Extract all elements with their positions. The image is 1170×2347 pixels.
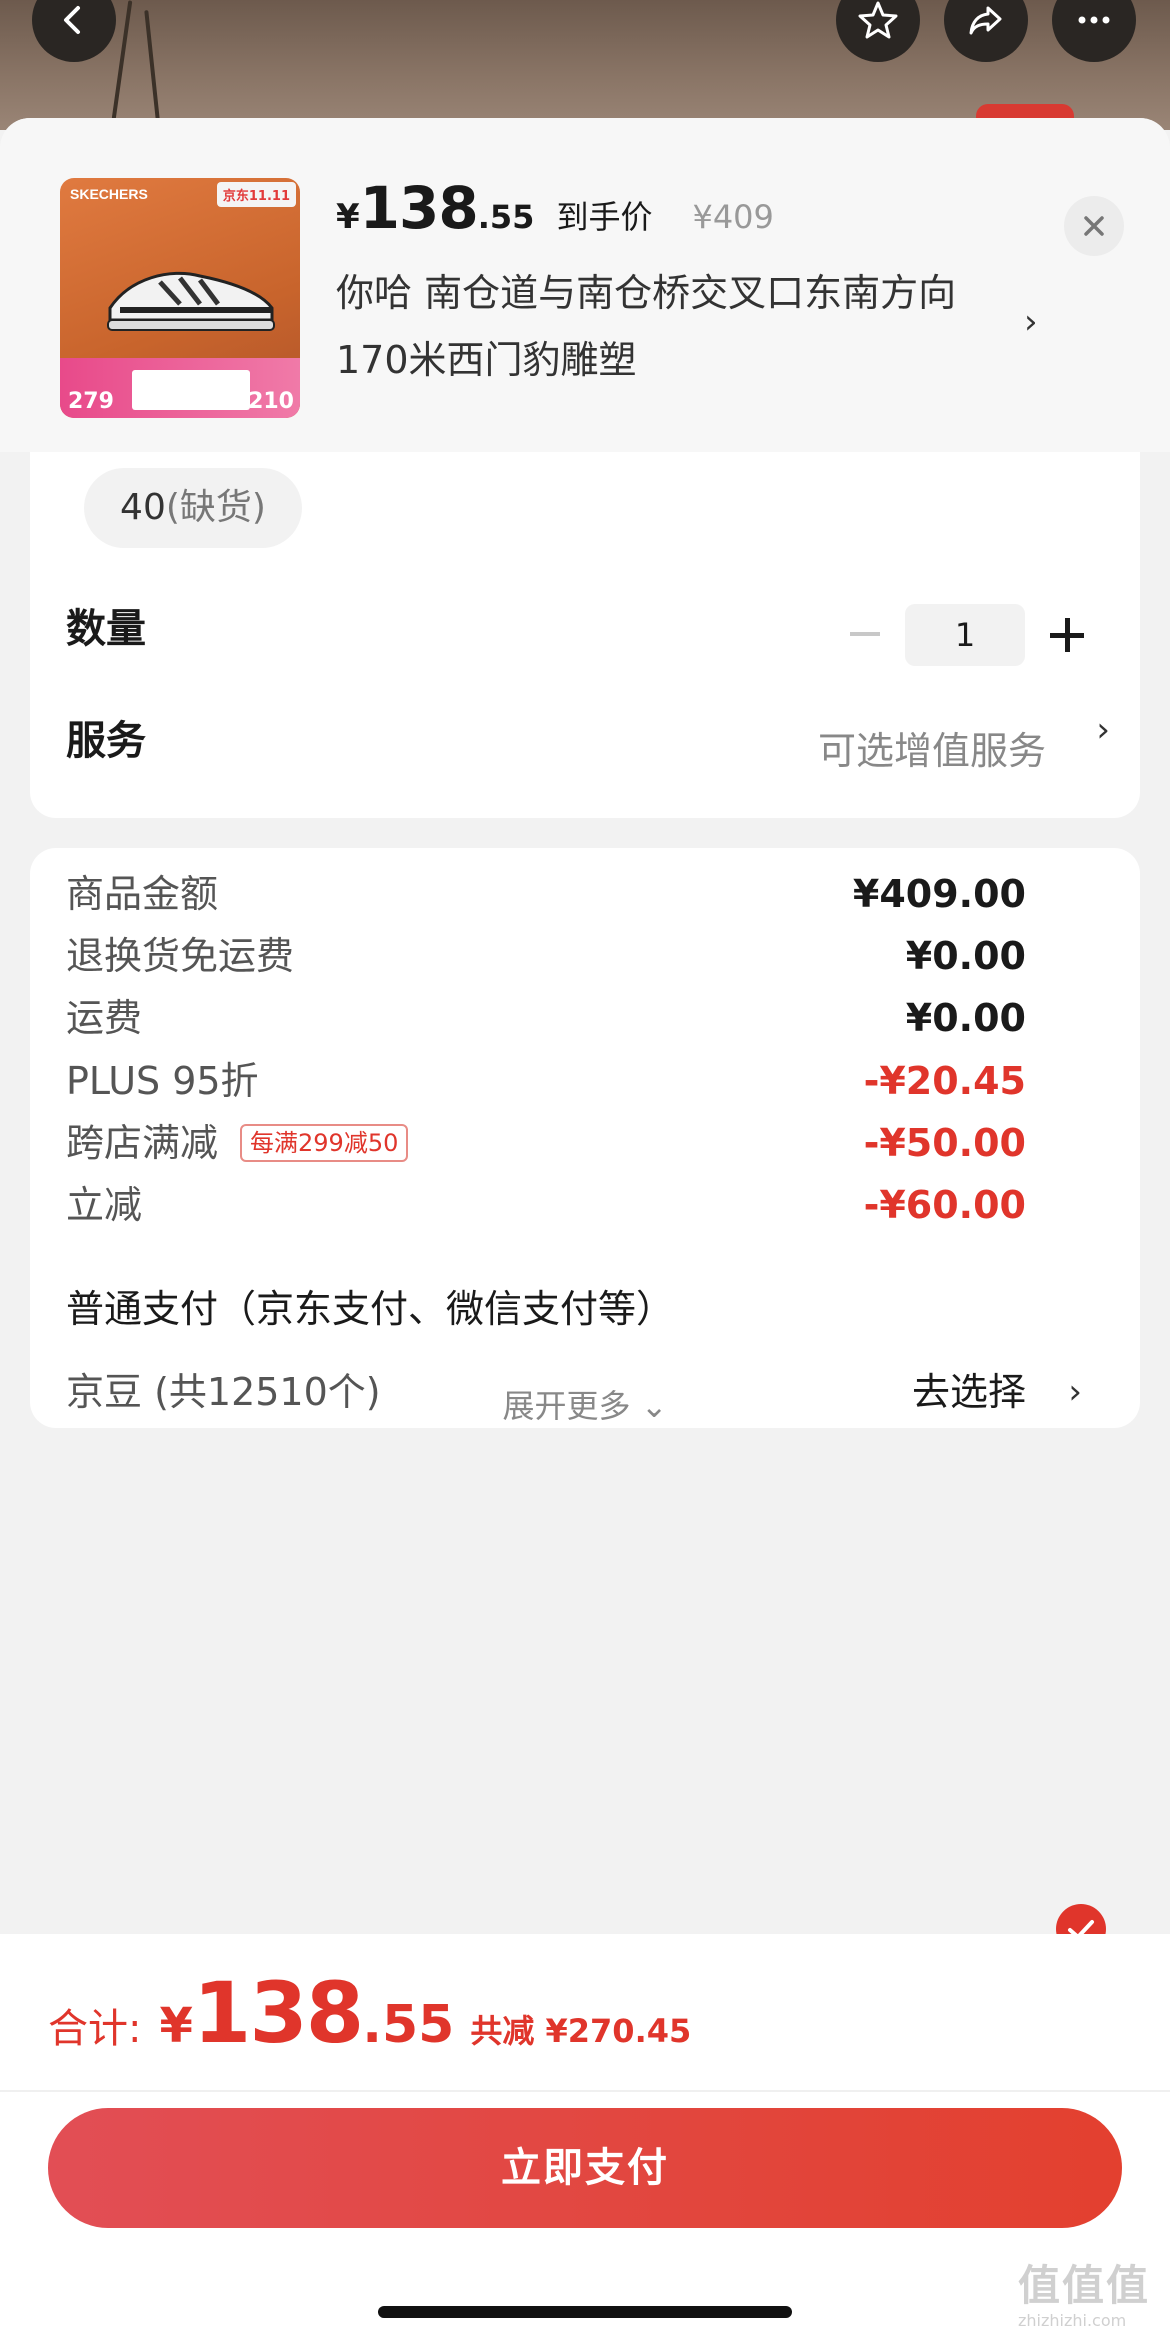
cost-row-label-text: 跨店满减 xyxy=(66,1120,219,1165)
share-icon xyxy=(969,6,1002,35)
cost-row: 商品金额 ¥409.00 xyxy=(66,864,1106,924)
cost-row: 运费 ¥0.00 xyxy=(66,988,1106,1048)
more-dots-icon xyxy=(1078,16,1110,24)
cost-row-value: -¥60.00 xyxy=(863,1183,1026,1227)
total-label: 合计: xyxy=(48,2006,142,2052)
expand-more-button[interactable]: 展开更多 ⌄ xyxy=(30,1381,1140,1427)
divider xyxy=(0,2090,1170,2092)
close-icon xyxy=(1084,216,1104,236)
quantity-input[interactable]: 1 xyxy=(905,604,1025,666)
thumb-brand: SKECHERS xyxy=(70,186,148,202)
expand-more-label: 展开更多 xyxy=(502,1387,631,1425)
quantity-decrease-button[interactable] xyxy=(850,632,880,636)
options-card: 40(缺货) 数量 1 服务 可选增值服务 › xyxy=(30,452,1140,818)
total-integer: 138 xyxy=(192,1964,364,2062)
sneaker-image xyxy=(107,271,275,331)
product-thumbnail[interactable]: SKECHERS 京东11.11 279 210 xyxy=(60,178,300,418)
chevron-down-icon: ⌄ xyxy=(640,1387,668,1425)
total-currency: ¥ xyxy=(159,1998,193,2054)
star-icon xyxy=(858,1,898,39)
chevron-right-icon[interactable]: › xyxy=(1096,710,1110,750)
price-label: 到手价 xyxy=(556,198,653,236)
cost-row-value: -¥20.45 xyxy=(863,1058,1026,1103)
cost-row-label: 跨店满减 每满299减50 xyxy=(66,1113,409,1173)
cost-row-value: ¥0.00 xyxy=(905,996,1026,1041)
total-decimal: .55 xyxy=(362,1995,455,2055)
cost-row: 退换货免运费 ¥0.00 xyxy=(66,926,1106,986)
promo-tag: 每满299减50 xyxy=(240,1123,409,1162)
cost-row-label-text: 商品金额 xyxy=(66,872,219,916)
cost-row: PLUS 95折 -¥20.45 xyxy=(66,1051,1106,1111)
payment-method-card[interactable]: 普通支付（京东支付、微信支付等） xyxy=(30,1240,1140,1360)
cost-row-value: ¥0.00 xyxy=(905,934,1026,979)
cost-row-label-text: 运费 xyxy=(66,996,143,1041)
close-button[interactable] xyxy=(1064,196,1124,256)
thumb-promo-tag: 京东11.11 xyxy=(216,182,296,207)
order-total: 合计: ¥ 138 .55 共减 ¥270.45 xyxy=(48,1964,691,2062)
chevron-right-icon[interactable]: › xyxy=(1024,302,1038,342)
plant-stem xyxy=(144,10,160,120)
size-status: (缺货) xyxy=(165,487,266,528)
checkout-bar: 合计: ¥ 138 .55 共减 ¥270.45 立即支付 xyxy=(0,1934,1170,2347)
chevron-left-icon xyxy=(64,6,80,34)
watermark-logo: 值值值 xyxy=(1018,2261,1151,2310)
cost-row-label: 运费 xyxy=(66,988,142,1048)
cost-row-label: 立减 xyxy=(66,1175,142,1235)
cost-row: 跨店满减 每满299减50 -¥50.00 xyxy=(66,1113,1106,1173)
service-value[interactable]: 可选增值服务 xyxy=(818,720,1046,775)
total-savings: 共减 ¥270.45 xyxy=(470,2012,692,2050)
delivery-address[interactable]: 你哈 南仓道与南仓桥交叉口东南方向170米西门豹雕塑 xyxy=(336,260,1016,394)
cost-row: 立减 -¥60.00 xyxy=(66,1175,1106,1235)
watermark-site: zhizhizhi.com xyxy=(1018,2311,1127,2330)
price-integer: 138 xyxy=(359,174,479,242)
product-summary: SKECHERS 京东11.11 279 210 ¥ 138 .55 到手价 ¥… xyxy=(0,118,1170,452)
cost-row-label-text: 退换货免运费 xyxy=(66,934,295,979)
quantity-label: 数量 xyxy=(66,606,146,652)
thumb-price-left: 279 xyxy=(68,389,114,414)
final-price: ¥ 138 .55 到手价 ¥409 xyxy=(336,174,774,242)
cost-row-value: -¥50.00 xyxy=(863,1120,1026,1165)
thumb-price-strip: 279 210 xyxy=(60,358,300,418)
cost-row-label-text: PLUS 95折 xyxy=(66,1058,259,1103)
cost-row-label: PLUS 95折 xyxy=(66,1051,259,1111)
cost-row-label: 退换货免运费 xyxy=(66,926,294,986)
home-indicator[interactable] xyxy=(378,2306,792,2318)
original-price: ¥409 xyxy=(692,198,774,236)
size-option[interactable]: 40(缺货) xyxy=(84,468,302,548)
thumb-price-right: 210 xyxy=(248,389,294,414)
watermark: 值值值 zhizhizhi.com xyxy=(1018,2262,1158,2338)
pay-now-button[interactable]: 立即支付 xyxy=(48,2108,1122,2228)
service-label: 服务 xyxy=(66,718,146,764)
payment-method-label: 普通支付（京东支付、微信支付等） xyxy=(66,1287,675,1331)
price-currency: ¥ xyxy=(336,197,360,237)
cost-row-label-text: 立减 xyxy=(66,1183,143,1227)
size-value: 40 xyxy=(120,487,166,528)
price-decimal: .55 xyxy=(477,198,535,236)
quantity-increase-button[interactable] xyxy=(1048,616,1086,654)
cost-row-value: ¥409.00 xyxy=(852,872,1026,916)
cost-row-label: 商品金额 xyxy=(66,864,218,924)
